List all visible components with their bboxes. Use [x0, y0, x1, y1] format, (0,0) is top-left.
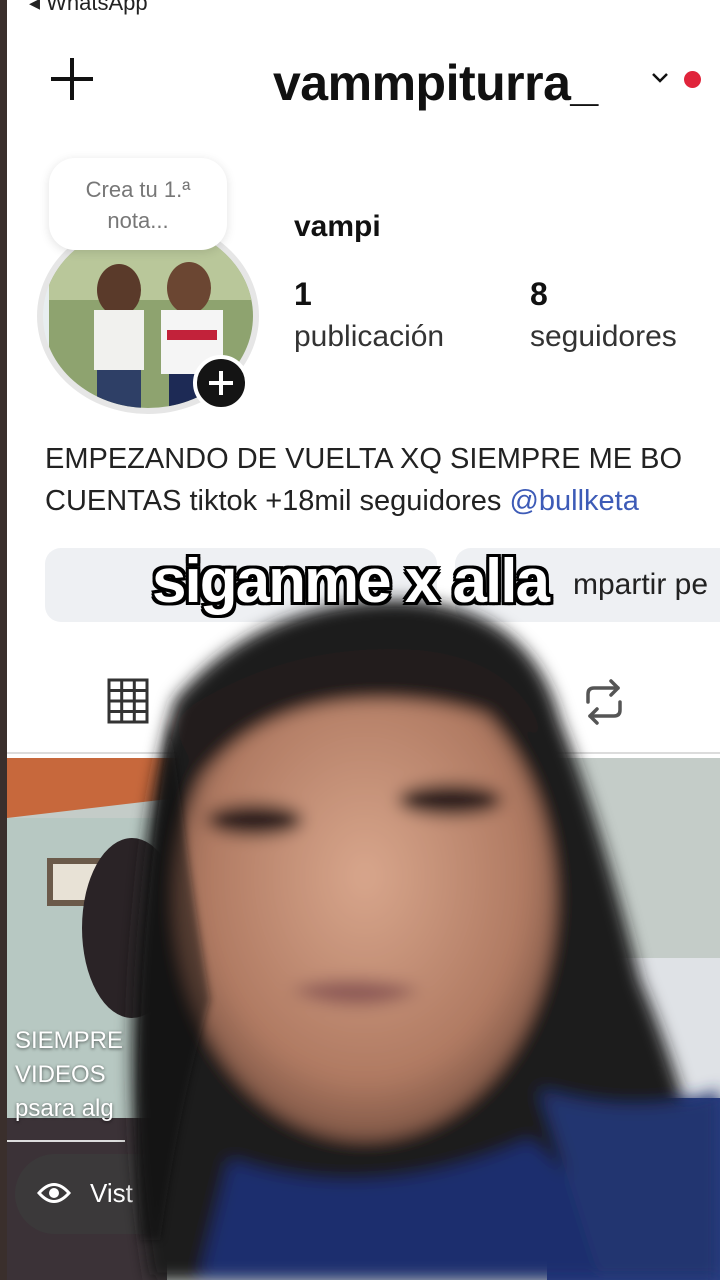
- video-caption: siganme x alla: [152, 547, 550, 616]
- person-overlay: [132, 600, 720, 1280]
